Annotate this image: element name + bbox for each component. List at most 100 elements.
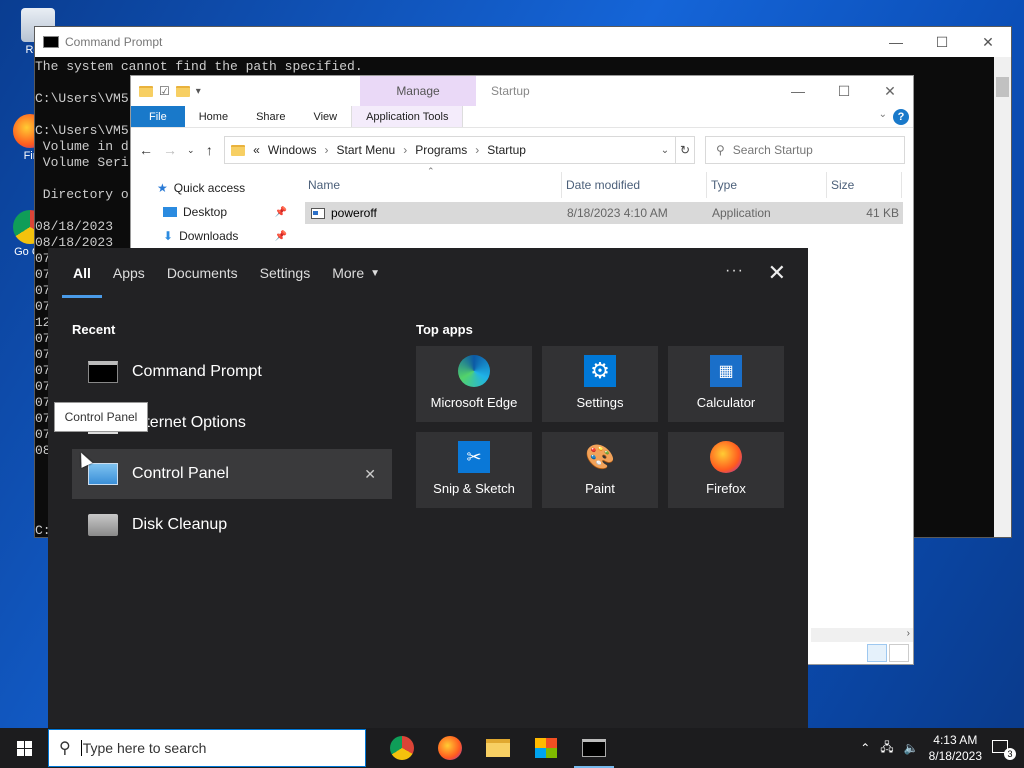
tab-more-label: More xyxy=(332,265,365,281)
nav-item-desktop[interactable]: Desktop 📌 xyxy=(131,200,301,224)
close-button[interactable]: ✕ xyxy=(867,76,913,106)
top-app-paint[interactable]: 🎨 Paint xyxy=(542,432,658,508)
command-prompt-icon xyxy=(88,361,118,383)
column-header-type[interactable]: Type xyxy=(707,172,827,198)
tab-more[interactable]: More ▼ xyxy=(321,248,391,298)
breadcrumb-separator[interactable]: › xyxy=(325,143,329,157)
breadcrumb-separator[interactable]: › xyxy=(475,143,479,157)
application-icon xyxy=(311,207,325,219)
file-row[interactable]: poweroff 8/18/2023 4:10 AM Application 4… xyxy=(305,202,903,224)
taskbar-microsoft-store[interactable] xyxy=(522,728,570,768)
volume-icon[interactable]: 🔈 xyxy=(904,741,919,755)
maximize-button[interactable]: ☐ xyxy=(821,76,867,106)
close-icon[interactable]: ✕ xyxy=(768,260,786,286)
tab-file[interactable]: File xyxy=(131,106,185,127)
pin-icon[interactable]: 📌 xyxy=(275,231,287,242)
folder-icon xyxy=(486,739,510,757)
close-button[interactable]: ✕ xyxy=(965,27,1011,57)
top-app-calculator[interactable]: ▦ Calculator xyxy=(668,346,784,422)
maximize-button[interactable]: ☐ xyxy=(919,27,965,57)
horizontal-scrollbar[interactable]: › xyxy=(811,628,913,642)
recent-item-disk-cleanup[interactable]: Disk Cleanup xyxy=(72,500,392,550)
forward-arrow-icon[interactable]: → xyxy=(163,142,177,158)
clock[interactable]: 4:13 AM 8/18/2023 xyxy=(929,732,982,764)
recent-item-label: Internet Options xyxy=(132,414,246,431)
network-icon[interactable]: 🖧 xyxy=(880,738,893,759)
breadcrumb-separator[interactable]: › xyxy=(403,143,407,157)
notifications-button[interactable]: 3 xyxy=(992,738,1016,760)
breadcrumb-overflow[interactable]: « xyxy=(253,143,260,157)
column-headers: Name Date modified Type Size xyxy=(304,172,907,198)
back-arrow-icon[interactable]: ← xyxy=(139,142,153,158)
tab-apps[interactable]: Apps xyxy=(102,248,156,298)
minimize-button[interactable]: — xyxy=(775,76,821,106)
explorer-titlebar[interactable]: ☑ ▾ Manage Startup — ☐ ✕ xyxy=(131,76,913,106)
disk-cleanup-icon xyxy=(88,514,118,536)
taskbar-search-input[interactable]: ⚲ Type here to search xyxy=(48,729,366,767)
quick-access-toolbar: ☑ ▾ xyxy=(131,84,201,98)
gear-icon: ⚙ xyxy=(584,355,616,387)
remove-from-recent-icon[interactable]: ✕ xyxy=(364,466,376,483)
taskbar-file-explorer[interactable] xyxy=(474,728,522,768)
edge-icon xyxy=(458,355,490,387)
properties-icon[interactable]: ☑ xyxy=(159,84,170,98)
manage-contextual-tab[interactable]: Manage xyxy=(360,76,476,106)
breadcrumb-programs[interactable]: Programs xyxy=(415,143,467,157)
recent-item-control-panel[interactable]: Control Panel ✕ xyxy=(72,449,392,499)
column-header-size[interactable]: Size xyxy=(827,172,902,198)
breadcrumb-start-menu[interactable]: Start Menu xyxy=(337,143,396,157)
cmd-scrollbar[interactable] xyxy=(994,57,1011,537)
tab-home[interactable]: Home xyxy=(185,106,242,127)
new-folder-icon[interactable] xyxy=(175,85,190,97)
breadcrumb-startup[interactable]: Startup xyxy=(487,143,526,157)
scroll-right-icon[interactable]: › xyxy=(907,628,910,639)
tab-documents[interactable]: Documents xyxy=(156,248,249,298)
up-arrow-icon[interactable]: ↑ xyxy=(205,142,215,158)
top-app-snip-and-sketch[interactable]: ✂ Snip & Sketch xyxy=(416,432,532,508)
column-header-date-modified[interactable]: Date modified xyxy=(562,172,707,198)
tab-application-tools[interactable]: Application Tools xyxy=(351,106,464,127)
tab-all[interactable]: All xyxy=(62,248,102,298)
tab-view[interactable]: View xyxy=(299,106,351,127)
minimize-button[interactable]: — xyxy=(873,27,919,57)
address-bar[interactable]: « Windows › Start Menu › Programs › Star… xyxy=(224,136,677,164)
cmd-titlebar[interactable]: Command Prompt — ☐ ✕ xyxy=(35,27,1011,57)
file-name: poweroff xyxy=(331,206,377,220)
folder-icon xyxy=(139,85,153,97)
taskbar-chrome[interactable] xyxy=(378,728,426,768)
ribbon-expand-icon[interactable]: ⌄ xyxy=(879,109,887,120)
large-icons-view-button[interactable] xyxy=(889,644,909,662)
taskbar-command-prompt[interactable] xyxy=(570,728,618,768)
nav-item-downloads[interactable]: ⬇ Downloads 📌 xyxy=(131,224,301,248)
refresh-button[interactable]: ↻ xyxy=(675,136,695,164)
search-input[interactable]: ⚲ Search Startup xyxy=(705,136,905,164)
nav-item-quick-access[interactable]: ★ Quick access xyxy=(131,176,301,200)
nav-item-label: Desktop xyxy=(183,205,228,219)
qat-dropdown-icon[interactable]: ▾ xyxy=(196,86,201,97)
breadcrumb-windows[interactable]: Windows xyxy=(268,143,317,157)
tab-settings[interactable]: Settings xyxy=(249,248,322,298)
top-app-microsoft-edge[interactable]: Microsoft Edge xyxy=(416,346,532,422)
chevron-up-icon[interactable]: ⌃ xyxy=(860,741,870,755)
file-type: Application xyxy=(712,206,771,220)
more-options-icon[interactable]: ··· xyxy=(725,262,744,280)
tab-share[interactable]: Share xyxy=(242,106,299,127)
paint-icon: 🎨 xyxy=(585,443,615,471)
chevron-down-icon[interactable]: ⌄ xyxy=(661,145,669,156)
top-app-settings[interactable]: ⚙ Settings xyxy=(542,346,658,422)
recent-locations-icon[interactable]: ⌄ xyxy=(187,145,195,156)
tile-label: Paint xyxy=(585,481,615,496)
top-app-firefox[interactable]: Firefox xyxy=(668,432,784,508)
navigation-pane: ★ Quick access Desktop 📌 ⬇ Downloads 📌 xyxy=(131,176,301,248)
folder-icon xyxy=(231,144,246,156)
taskbar-firefox[interactable] xyxy=(426,728,474,768)
search-placeholder: Search Startup xyxy=(732,143,813,157)
details-view-button[interactable] xyxy=(867,644,887,662)
explorer-title: Startup xyxy=(491,84,530,98)
scroll-thumb[interactable] xyxy=(996,77,1009,97)
address-row: ← → ⌄ ↑ « Windows › Start Menu › Program… xyxy=(131,128,913,172)
start-button[interactable] xyxy=(0,728,48,768)
pin-icon[interactable]: 📌 xyxy=(275,207,287,218)
recent-item-command-prompt[interactable]: Command Prompt xyxy=(72,347,392,397)
help-icon[interactable]: ? xyxy=(893,109,909,125)
